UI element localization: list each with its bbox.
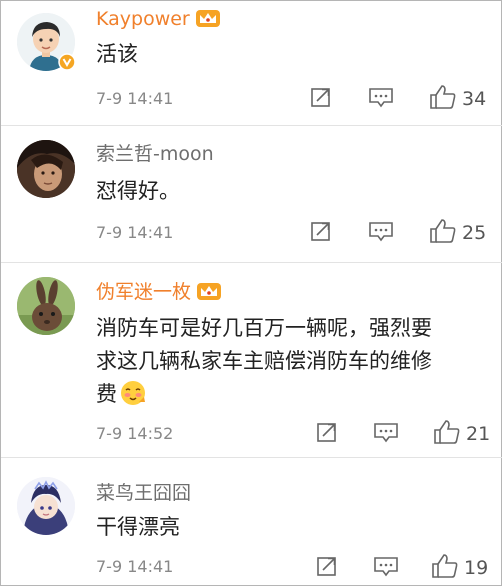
avatar[interactable] bbox=[17, 140, 75, 198]
username[interactable]: Kaypower bbox=[96, 7, 221, 31]
username-text[interactable]: 菜鸟王囧囧 bbox=[96, 482, 191, 504]
comment-text: 怼得好。 bbox=[96, 179, 180, 203]
comment-list: Kaypower 活该 7-9 14:41 34 索兰哲-moon 怼得好。 7… bbox=[0, 0, 502, 586]
share-icon[interactable] bbox=[309, 85, 333, 109]
like-count: 25 bbox=[462, 222, 487, 244]
share-icon[interactable] bbox=[315, 554, 339, 578]
comment-icon[interactable] bbox=[368, 221, 394, 243]
share-icon[interactable] bbox=[315, 420, 339, 444]
timestamp: 7-9 14:41 bbox=[96, 223, 174, 242]
username[interactable]: 菜鸟王囧囧 bbox=[96, 481, 191, 505]
comment-icon[interactable] bbox=[368, 87, 394, 109]
comment-text: 活该 bbox=[96, 42, 138, 66]
verified-v-icon bbox=[58, 53, 76, 71]
comment-item: 菜鸟王囧囧 干得漂亮 7-9 14:41 19 bbox=[1, 458, 502, 586]
timestamp: 7-9 14:52 bbox=[96, 424, 174, 443]
like-count: 21 bbox=[466, 423, 491, 445]
username-text[interactable]: 伪军迷一枚 bbox=[96, 281, 191, 303]
thumbs-up-icon[interactable] bbox=[433, 419, 461, 445]
username[interactable]: 伪军迷一枚 bbox=[96, 280, 222, 304]
thumbs-up-icon[interactable] bbox=[431, 553, 459, 579]
username-text[interactable]: Kaypower bbox=[96, 8, 190, 30]
comment-icon[interactable] bbox=[373, 556, 399, 578]
thumbs-up-icon[interactable] bbox=[429, 84, 457, 110]
thumbs-up-icon[interactable] bbox=[429, 218, 457, 244]
comment-text-tail: 费 bbox=[96, 382, 117, 406]
comment-item: Kaypower 活该 7-9 14:41 34 bbox=[1, 1, 502, 125]
comment-item: 索兰哲-moon 怼得好。 7-9 14:41 25 bbox=[1, 126, 502, 262]
comment-text-line: 求这几辆私家车主赔偿消防车的维修 bbox=[96, 349, 432, 373]
share-icon[interactable] bbox=[309, 219, 333, 243]
comment-icon[interactable] bbox=[373, 422, 399, 444]
comment-text: 消防车可是好几百万一辆呢，强烈要 求这几辆私家车主赔偿消防车的维修 费 bbox=[96, 312, 491, 411]
comment-text-line: 消防车可是好几百万一辆呢，强烈要 bbox=[96, 316, 432, 340]
timestamp: 7-9 14:41 bbox=[96, 557, 174, 576]
avatar[interactable] bbox=[17, 477, 75, 535]
timestamp: 7-9 14:41 bbox=[96, 89, 174, 108]
blushing-face-emoji bbox=[121, 381, 145, 405]
like-count: 19 bbox=[464, 557, 489, 579]
comment-text-line: 费 bbox=[96, 378, 491, 411]
crown-icon bbox=[197, 283, 222, 300]
comment-text: 干得漂亮 bbox=[96, 515, 180, 539]
comment-item: 伪军迷一枚 消防车可是好几百万一辆呢，强烈要 求这几辆私家车主赔偿消防车的维修 … bbox=[1, 263, 502, 457]
like-count: 34 bbox=[462, 88, 487, 110]
username-text[interactable]: 索兰哲-moon bbox=[96, 143, 214, 165]
avatar[interactable] bbox=[17, 277, 75, 335]
crown-icon bbox=[195, 10, 220, 27]
username[interactable]: 索兰哲-moon bbox=[96, 142, 214, 166]
